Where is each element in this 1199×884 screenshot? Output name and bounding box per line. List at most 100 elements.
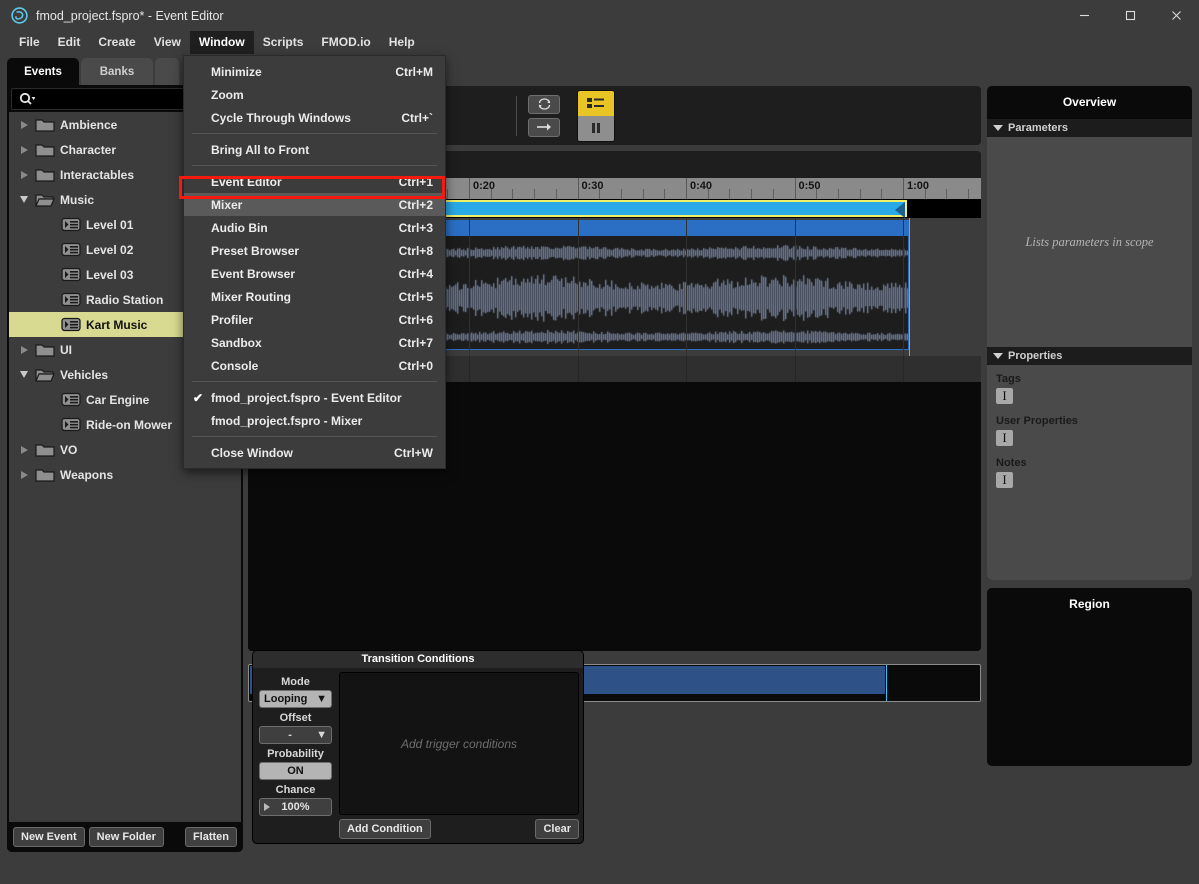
- menu-scripts[interactable]: Scripts: [254, 31, 313, 54]
- menu-item-sandbox[interactable]: Sandbox Ctrl+7: [184, 331, 445, 354]
- ruler-minor-tick: [816, 189, 818, 199]
- ruler-minor-tick: [751, 189, 753, 199]
- menu-item-label: Event Browser: [211, 266, 296, 281]
- ruler-major-tick: [794, 178, 796, 199]
- list-view-button[interactable]: [578, 90, 614, 116]
- chevron-right-icon[interactable]: [15, 120, 33, 130]
- menu-item-close-window[interactable]: Close Window Ctrl+W: [184, 441, 445, 464]
- grid-line: [469, 356, 470, 382]
- menu-separator: [192, 381, 437, 382]
- menu-item-fmod-project-fspro-mixer[interactable]: fmod_project.fspro - Mixer: [184, 409, 445, 432]
- menu-item-preset-browser[interactable]: Preset Browser Ctrl+8: [184, 239, 445, 262]
- pause-button[interactable]: [578, 115, 614, 141]
- menu-item-label: Bring All to Front: [211, 142, 310, 157]
- tree-item-label: VO: [60, 442, 78, 457]
- chevron-down-icon: [993, 125, 1003, 131]
- menu-item-shortcut: Ctrl+2: [398, 197, 433, 212]
- chevron-right-icon[interactable]: [15, 445, 33, 455]
- close-button[interactable]: [1153, 0, 1199, 31]
- chevron-right-icon[interactable]: [15, 470, 33, 480]
- menu-item-shortcut: Ctrl+7: [398, 335, 433, 350]
- play-through-button[interactable]: [528, 117, 560, 137]
- menu-item-mixer-routing[interactable]: Mixer Routing Ctrl+5: [184, 285, 445, 308]
- properties-section-header[interactable]: Properties: [987, 347, 1192, 365]
- ruler-label: 0:30: [581, 180, 604, 192]
- transport-view-buttons: [577, 89, 615, 142]
- tree-item-label: Interactables: [60, 167, 135, 182]
- tab-overflow[interactable]: [155, 58, 179, 85]
- menu-item-zoom[interactable]: Zoom: [184, 83, 445, 106]
- menu-item-shortcut: Ctrl+5: [398, 289, 433, 304]
- menu-item-shortcut: Ctrl+4: [398, 266, 433, 281]
- event-icon: [59, 292, 83, 307]
- menu-item-console[interactable]: Console Ctrl+0: [184, 354, 445, 377]
- loop-button[interactable]: [528, 94, 560, 114]
- menu-item-shortcut: Ctrl+W: [394, 445, 433, 460]
- menu-item-event-editor[interactable]: Event Editor Ctrl+1: [184, 170, 445, 193]
- menu-item-profiler[interactable]: Profiler Ctrl+6: [184, 308, 445, 331]
- parameters-list[interactable]: Lists parameters in scope: [987, 137, 1192, 347]
- chevron-down-icon: ▼: [316, 729, 327, 741]
- menu-edit[interactable]: Edit: [49, 31, 90, 54]
- chevron-right-icon[interactable]: [15, 145, 33, 155]
- maximize-button[interactable]: [1107, 0, 1153, 31]
- menu-item-label: Zoom: [211, 87, 244, 102]
- overview-playhead: [886, 665, 887, 701]
- menu-window[interactable]: Window: [189, 31, 254, 54]
- clear-conditions-button[interactable]: Clear: [535, 819, 579, 839]
- add-condition-button[interactable]: Add Condition: [339, 819, 431, 839]
- grid-line: [794, 356, 796, 382]
- ruler-minor-tick: [534, 189, 536, 199]
- menu-item-fmod-project-fspro-event-editor[interactable]: ✔ fmod_project.fspro - Event Editor: [184, 386, 445, 409]
- menu-file[interactable]: File: [10, 31, 49, 54]
- menu-item-event-browser[interactable]: Event Browser Ctrl+4: [184, 262, 445, 285]
- menu-fmodio[interactable]: FMOD.io: [312, 31, 379, 54]
- menu-item-bring-all-to-front[interactable]: Bring All to Front: [184, 138, 445, 161]
- folder-icon: [33, 367, 57, 383]
- ruler-minor-tick: [490, 189, 492, 199]
- region-title: Region: [987, 588, 1192, 621]
- conditions-list[interactable]: Add trigger conditions: [339, 672, 579, 815]
- playhead[interactable]: [909, 218, 910, 356]
- minimize-button[interactable]: [1061, 0, 1107, 31]
- chevron-right-icon[interactable]: [15, 345, 33, 355]
- chance-value: 100%: [281, 801, 310, 813]
- event-icon: [59, 317, 83, 332]
- offset-dropdown[interactable]: - ▼: [259, 726, 332, 744]
- folder-icon: [33, 167, 57, 183]
- chevron-down-icon[interactable]: [15, 195, 33, 204]
- menu-item-audio-bin[interactable]: Audio Bin Ctrl+3: [184, 216, 445, 239]
- user-properties-field[interactable]: I: [996, 430, 1013, 446]
- loop-end-marker[interactable]: [895, 202, 905, 218]
- flatten-button[interactable]: Flatten: [184, 827, 237, 847]
- chance-value-field[interactable]: 100%: [259, 798, 332, 816]
- tags-field[interactable]: I: [996, 388, 1013, 404]
- title-bar: fmod_project.fspro* - Event Editor: [0, 0, 1199, 31]
- browser-footer: New Event New Folder Flatten: [7, 822, 243, 852]
- probability-toggle[interactable]: ON: [259, 762, 332, 780]
- menu-help[interactable]: Help: [380, 31, 424, 54]
- grid-line: [469, 218, 470, 356]
- notes-field[interactable]: I: [996, 472, 1013, 488]
- chevron-down-icon[interactable]: [15, 370, 33, 379]
- new-event-button[interactable]: New Event: [13, 827, 85, 847]
- menu-item-shortcut: Ctrl+3: [398, 220, 433, 235]
- ruler-minor-tick: [924, 189, 926, 199]
- new-folder-button[interactable]: New Folder: [88, 827, 164, 847]
- window-menu-dropdown[interactable]: Minimize Ctrl+M Zoom Cycle Through Windows C…: [183, 55, 446, 469]
- ruler-minor-tick: [664, 189, 666, 199]
- mode-dropdown[interactable]: Looping ▼: [259, 690, 332, 708]
- chevron-right-icon[interactable]: [15, 170, 33, 180]
- menu-view[interactable]: View: [145, 31, 190, 54]
- parameters-section-header[interactable]: Parameters: [987, 119, 1192, 137]
- menu-bar: File Edit Create View Window Scripts FMO…: [0, 31, 1199, 54]
- tree-item-label: Vehicles: [60, 367, 109, 382]
- tab-events[interactable]: Events: [7, 58, 79, 85]
- tab-banks[interactable]: Banks: [81, 58, 153, 85]
- tree-item-label: Ambience: [60, 117, 118, 132]
- tree-item-label: Ride-on Mower: [86, 417, 172, 432]
- menu-item-mixer[interactable]: Mixer Ctrl+2: [184, 193, 445, 216]
- menu-item-minimize[interactable]: Minimize Ctrl+M: [184, 60, 445, 83]
- menu-item-cycle-through-windows[interactable]: Cycle Through Windows Ctrl+`: [184, 106, 445, 129]
- menu-create[interactable]: Create: [89, 31, 144, 54]
